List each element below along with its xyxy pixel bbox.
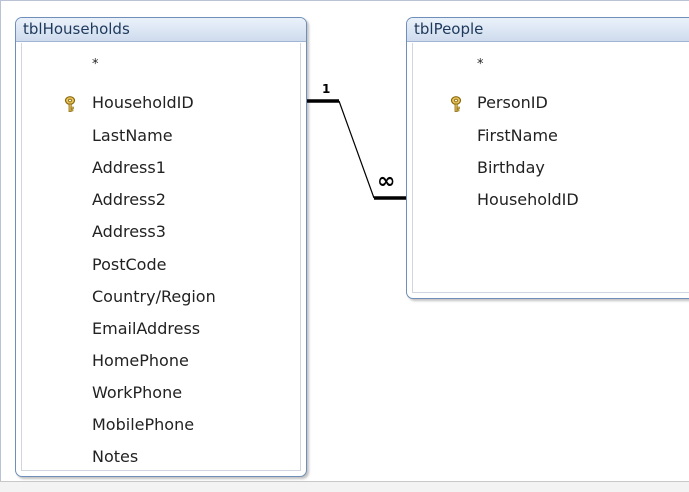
relationship-line[interactable] <box>1 1 689 492</box>
relationship-one-label: 1 <box>322 82 331 96</box>
relationships-canvas: tblHouseholds * HouseholdID LastName Add… <box>0 0 689 491</box>
relationship-many-label: ∞ <box>377 169 396 194</box>
status-strip <box>0 481 689 492</box>
